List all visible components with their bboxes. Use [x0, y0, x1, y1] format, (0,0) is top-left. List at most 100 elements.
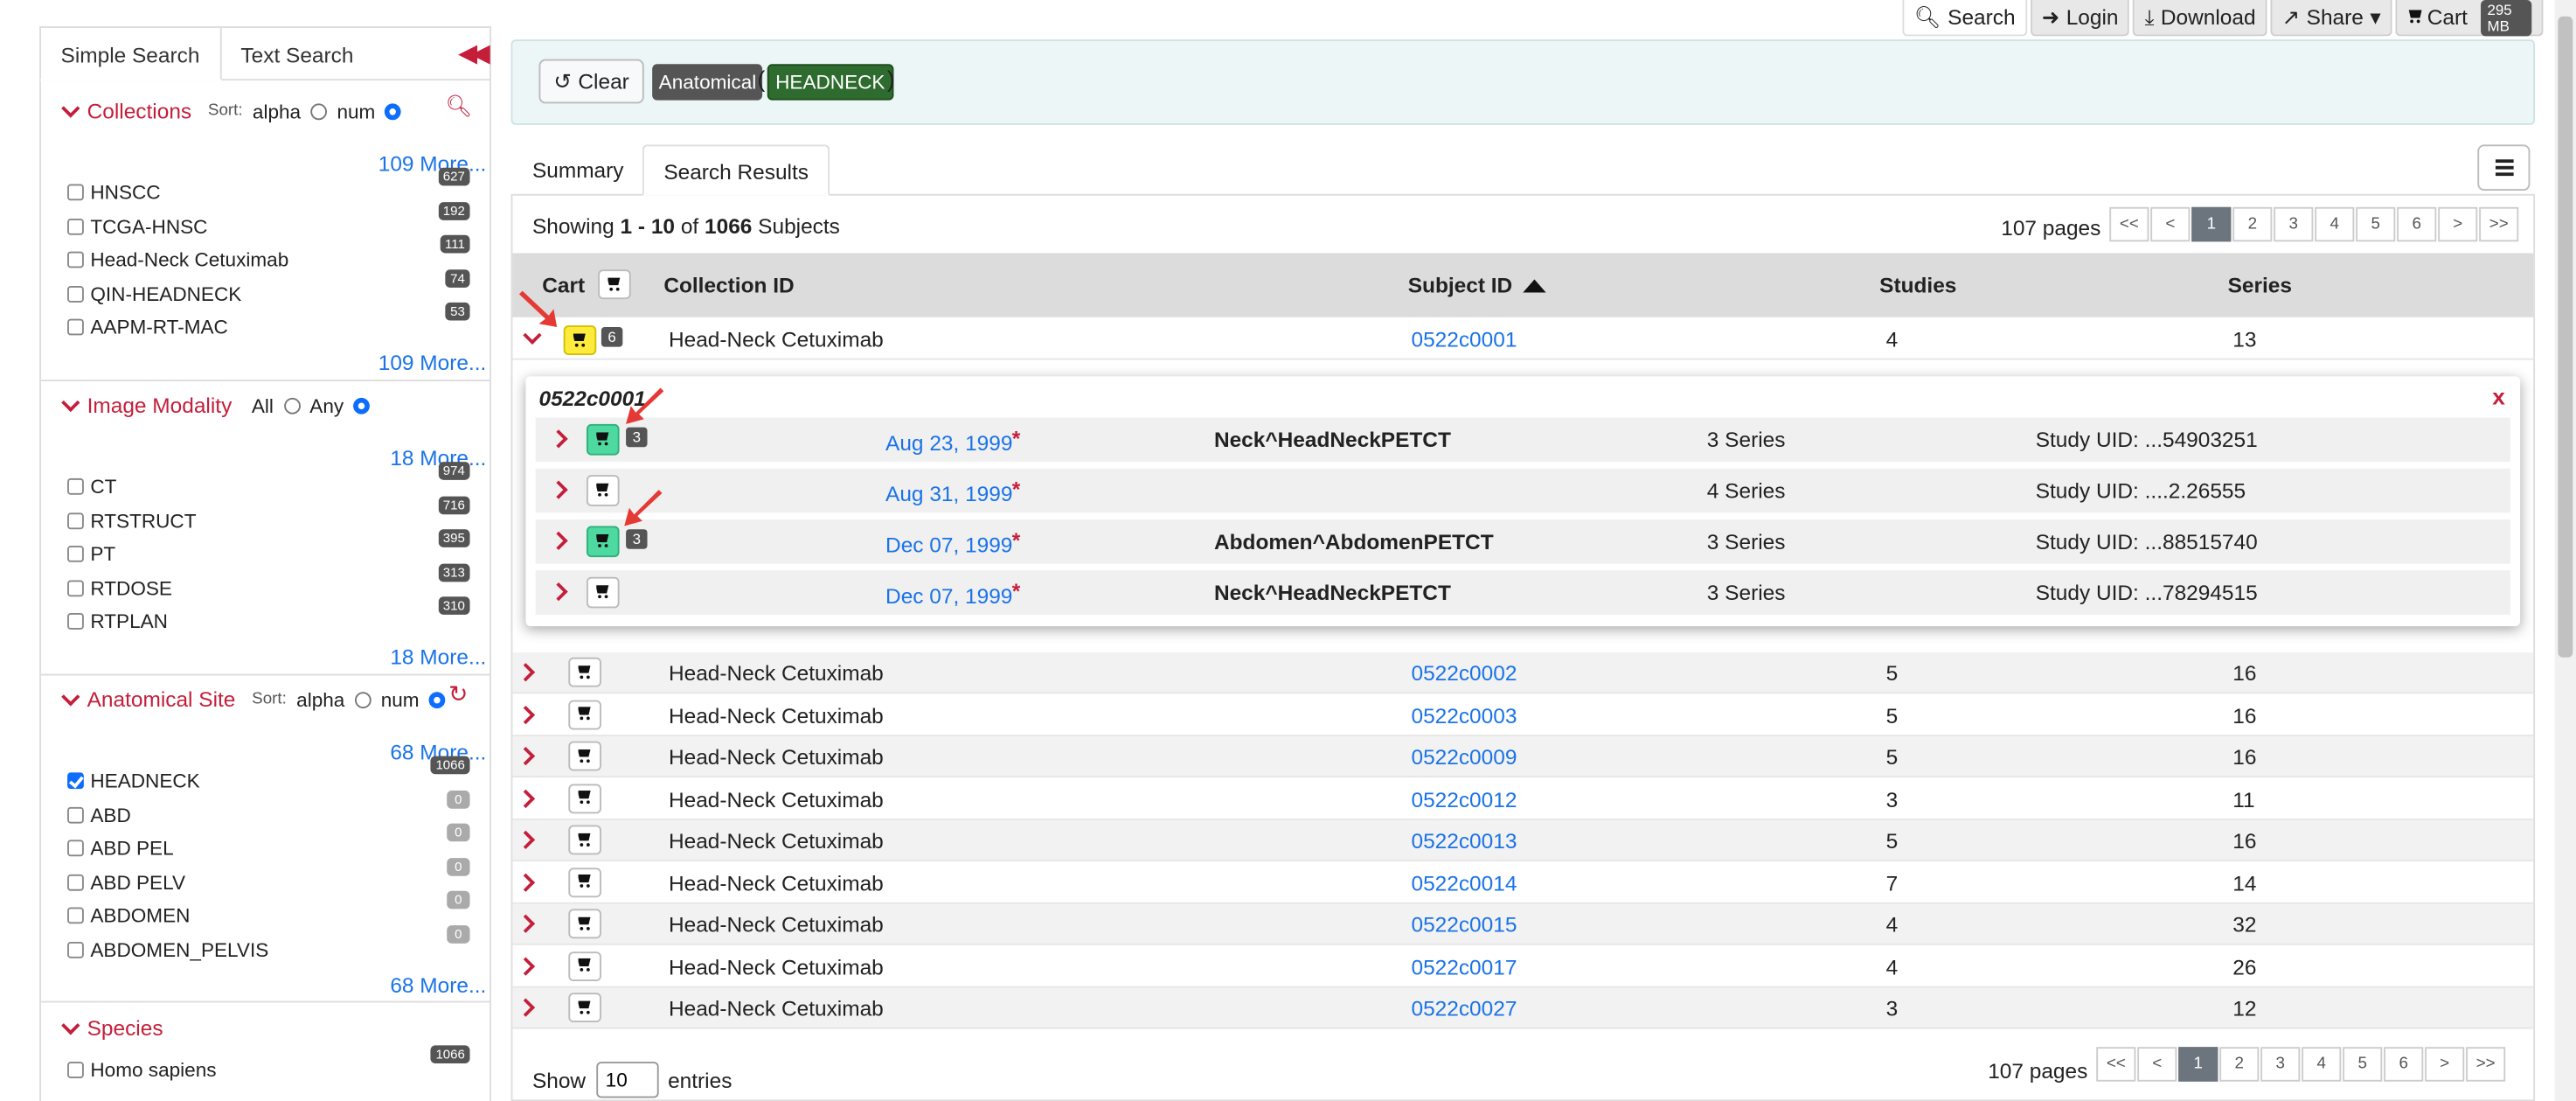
facet-item[interactable]: TCGA-HNSC 192 — [67, 201, 470, 241]
facet-checkbox[interactable] — [67, 941, 84, 958]
facet-item[interactable]: RTSTRUCT 716 — [67, 495, 470, 535]
table-row[interactable]: Head-Neck Cetuximab 0522c0009 5 16 — [512, 736, 2534, 778]
tab-search-results[interactable]: Search Results — [642, 144, 830, 196]
row-cart-button[interactable] — [568, 699, 601, 729]
modality-all-radio[interactable] — [283, 396, 301, 414]
chevron-right-icon[interactable] — [516, 872, 536, 891]
chevron-right-icon[interactable] — [516, 830, 536, 850]
table-row[interactable]: Head-Neck Cetuximab 0522c0003 5 16 — [512, 694, 2534, 736]
study-date[interactable]: Aug 31, 1999 — [885, 482, 1012, 506]
nav-login-button[interactable]: ➜ Login — [2030, 0, 2130, 37]
table-row[interactable]: Head-Neck Cetuximab 0522c0015 4 32 — [512, 903, 2534, 945]
chevron-right-icon[interactable] — [549, 480, 568, 499]
chevron-right-icon[interactable] — [549, 531, 568, 550]
header-collection-id[interactable]: Collection ID — [663, 273, 794, 297]
chevron-right-icon[interactable] — [516, 956, 536, 975]
chevron-right-icon[interactable] — [516, 788, 536, 808]
row-cart-button[interactable] — [568, 951, 601, 981]
cell-subject-id[interactable]: 0522c0015 — [1411, 912, 1517, 937]
cell-subject-id[interactable]: 0522c0012 — [1411, 786, 1517, 811]
page-button[interactable]: < — [2150, 206, 2191, 242]
collections-more-link-top[interactable]: 109 More... — [378, 151, 487, 176]
page-button[interactable]: << — [2096, 1047, 2136, 1082]
chevron-right-icon[interactable] — [516, 998, 536, 1017]
facet-checkbox[interactable] — [67, 579, 84, 596]
page-button[interactable]: 6 — [2384, 1047, 2424, 1082]
nav-cart-button[interactable]: Cart 295 MB — [2395, 0, 2544, 37]
facet-checkbox[interactable] — [67, 613, 84, 630]
facet-item[interactable]: Homo sapiens 1066 — [67, 1045, 470, 1085]
table-row[interactable]: Head-Neck Cetuximab 0522c0002 5 16 — [512, 652, 2534, 694]
page-scrollbar[interactable] — [2554, 0, 2576, 1101]
chevron-right-icon[interactable] — [549, 429, 568, 449]
facet-checkbox[interactable] — [67, 477, 84, 495]
collections-sort-alpha-radio[interactable] — [310, 102, 328, 120]
table-row[interactable]: Head-Neck Cetuximab 0522c0012 3 11 — [512, 778, 2534, 819]
study-row[interactable]: Dec 07, 1999 * Neck^HeadNeckPETCT 3 Series S… — [535, 570, 2510, 615]
page-button[interactable]: 1 — [2191, 206, 2232, 242]
page-button[interactable]: > — [2425, 1047, 2465, 1082]
cell-subject-id[interactable]: 0522c0017 — [1411, 954, 1517, 979]
clear-button[interactable]: ↺ Clear — [538, 59, 644, 104]
tab-summary[interactable]: Summary — [512, 144, 643, 195]
search-collections-icon[interactable]: 🔍︎ — [445, 94, 472, 120]
page-button[interactable]: 1 — [2178, 1047, 2218, 1082]
cell-subject-id[interactable]: 0522c0013 — [1411, 828, 1517, 853]
facet-item[interactable]: RTDOSE 313 — [67, 562, 470, 603]
study-row[interactable]: Aug 31, 1999 * 4 Series Study UID: ....2.26… — [535, 468, 2510, 513]
criteria-tag-headneck[interactable]: HEADNECK — [767, 64, 893, 101]
collections-facet-header[interactable]: Collections Sort: alpha num — [61, 98, 402, 123]
study-date[interactable]: Aug 23, 1999 — [885, 430, 1012, 455]
anatomical-more-link-bottom[interactable]: 68 More... — [390, 973, 486, 998]
page-button[interactable]: 5 — [2343, 1047, 2383, 1082]
row-cart-button[interactable] — [568, 825, 601, 855]
chevron-right-icon[interactable] — [549, 582, 568, 602]
cell-subject-id[interactable]: 0522c0003 — [1411, 702, 1517, 727]
nav-search-button[interactable]: 🔍︎ Search — [1902, 0, 2027, 37]
page-button[interactable]: 2 — [2232, 206, 2273, 242]
page-button[interactable]: >> — [2479, 206, 2519, 242]
tab-simple-search[interactable]: Simple Search — [39, 26, 221, 81]
facet-item[interactable]: ABD 0 — [67, 790, 470, 829]
study-cart-button[interactable] — [586, 526, 620, 558]
row-cart-button[interactable] — [568, 993, 601, 1023]
page-button[interactable]: 4 — [2315, 206, 2355, 242]
facet-item[interactable]: CT 974 — [67, 462, 470, 501]
anatomical-sort-alpha-radio[interactable] — [354, 691, 371, 708]
add-all-to-cart-button[interactable] — [598, 269, 631, 300]
popup-close-button[interactable]: x — [2492, 383, 2505, 409]
table-row[interactable]: Head-Neck Cetuximab 0522c0014 7 14 — [512, 862, 2534, 903]
facet-item[interactable]: ABDOMEN_PELVIS 0 — [67, 924, 470, 964]
facet-item[interactable]: AAPM-RT-MAC 53 — [67, 302, 470, 342]
row-cart-button[interactable] — [568, 783, 601, 813]
study-row[interactable]: 3 Dec 07, 1999 * Abdomen^AbdomenPETCT 3 Seri… — [535, 519, 2510, 564]
species-facet-header[interactable]: Species — [61, 1015, 163, 1041]
nav-download-button[interactable]: ⤓ Download — [2133, 0, 2267, 37]
cell-subject-id[interactable]: 0522c0009 — [1411, 744, 1517, 769]
page-button[interactable]: 4 — [2302, 1047, 2342, 1082]
table-row[interactable]: Head-Neck Cetuximab 0522c0027 3 12 — [512, 987, 2534, 1029]
page-button[interactable]: < — [2137, 1047, 2177, 1082]
tab-text-search[interactable]: Text Search — [221, 28, 373, 79]
facet-checkbox[interactable] — [67, 545, 84, 562]
collections-more-link-bottom[interactable]: 109 More... — [378, 350, 487, 374]
page-button[interactable]: 2 — [2219, 1047, 2260, 1082]
facet-item[interactable]: ABDOMEN 0 — [67, 890, 470, 930]
table-row[interactable]: Head-Neck Cetuximab 0522c0013 5 16 — [512, 819, 2534, 861]
row-cart-button[interactable] — [568, 867, 601, 897]
study-row[interactable]: 3 Aug 23, 1999 * Neck^HeadNeckPETCT 3 Series… — [535, 417, 2510, 463]
facet-checkbox[interactable] — [67, 873, 84, 890]
nav-share-button[interactable]: ↗ Share ▾ — [2270, 0, 2392, 37]
header-subject-id[interactable]: Subject ID — [1408, 273, 1545, 297]
facet-checkbox[interactable] — [67, 318, 84, 336]
facet-checkbox[interactable] — [67, 805, 84, 823]
anatomical-facet-header[interactable]: Anatomical Site Sort: alpha num — [61, 686, 446, 712]
row-cart-button[interactable] — [563, 325, 597, 355]
page-button[interactable]: 3 — [2260, 1047, 2301, 1082]
study-cart-button[interactable] — [586, 475, 620, 506]
page-button[interactable]: 5 — [2356, 206, 2396, 242]
facet-checkbox[interactable] — [67, 1062, 84, 1078]
header-series[interactable]: Series — [2228, 273, 2292, 297]
facet-checkbox[interactable] — [67, 184, 84, 201]
facet-item[interactable]: Head-Neck Cetuximab 111 — [67, 234, 470, 275]
